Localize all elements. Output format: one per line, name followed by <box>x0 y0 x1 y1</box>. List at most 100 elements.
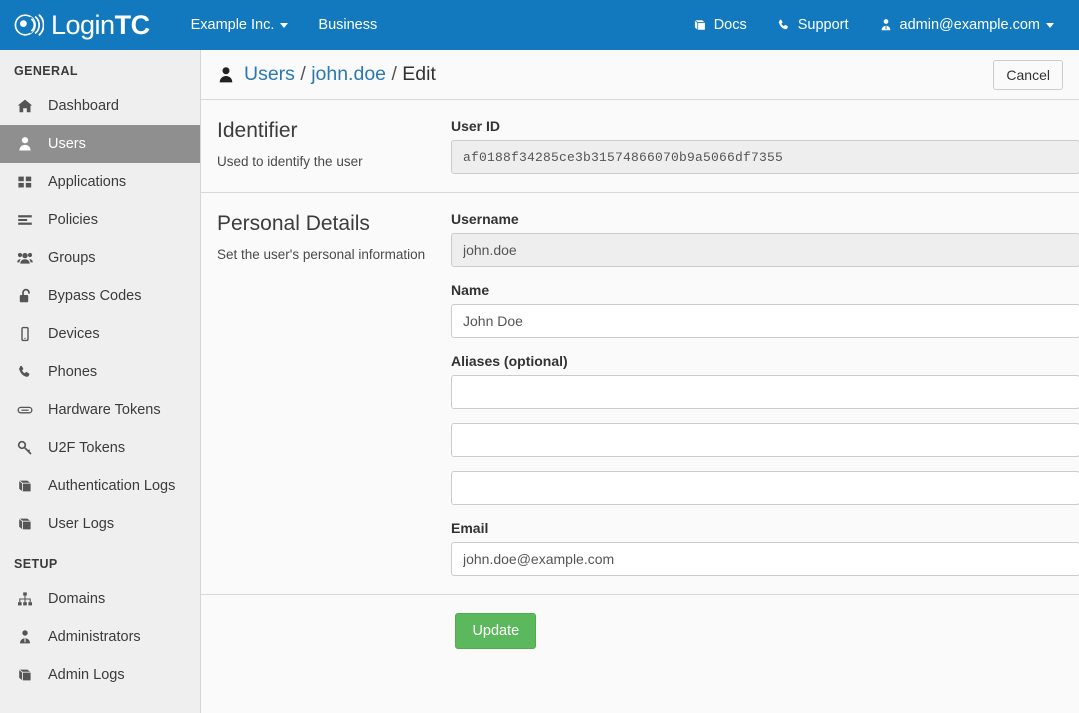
docs-link[interactable]: Docs <box>678 0 762 50</box>
username-field-group: Username <box>451 211 1079 267</box>
alias-3-input[interactable] <box>451 471 1079 505</box>
sitemap-icon <box>17 591 39 607</box>
sidebar-heading-setup: SETUP <box>14 557 58 571</box>
top-navbar: LoginTC Example Inc. Business Docs Suppo… <box>0 0 1079 50</box>
breadcrumb-current: Edit <box>402 63 436 85</box>
logintc-signal-logo-icon <box>14 10 45 40</box>
sidebar-item-administrators[interactable]: Administrators <box>0 618 200 656</box>
page-header: Users / john.doe / Edit Cancel <box>201 50 1079 100</box>
cancel-button[interactable]: Cancel <box>993 59 1063 90</box>
name-field-group: Name <box>451 282 1079 338</box>
plan-label[interactable]: Business <box>303 0 392 50</box>
email-label: Email <box>451 520 489 536</box>
sidebar-item-label: Phones <box>48 364 98 380</box>
docs-label: Docs <box>713 17 747 33</box>
sidebar-item-phones[interactable]: Phones <box>0 353 200 391</box>
sidebar-heading-general: GENERAL <box>14 64 78 78</box>
brand-name: LoginTC <box>51 9 151 40</box>
book-icon <box>17 516 39 532</box>
sidebar-item-label: Users <box>48 136 86 152</box>
form-footer: Update <box>201 595 1079 667</box>
breadcrumb: Users / john.doe / Edit <box>244 63 436 86</box>
book-icon <box>17 478 39 494</box>
phone-icon <box>777 18 791 32</box>
grid-icon <box>17 174 39 190</box>
sidebar-item-label: Applications <box>48 174 127 190</box>
aliases-field-group: Aliases (optional) <box>451 353 1079 505</box>
sidebar-item-label: User Logs <box>48 516 115 532</box>
home-icon <box>17 98 39 114</box>
org-switcher-label: Example Inc. <box>190 17 275 33</box>
email-field-group: Email <box>451 520 1079 576</box>
sidebar-item-label: Admin Logs <box>48 667 125 683</box>
chevron-down-icon <box>280 22 289 28</box>
user-id-label: User ID <box>451 118 501 134</box>
sidebar-item-groups[interactable]: Groups <box>0 239 200 277</box>
sidebar-item-dashboard[interactable]: Dashboard <box>0 87 200 125</box>
personal-details-section: Personal Details Set the user's personal… <box>201 193 1079 595</box>
list-icon <box>17 212 39 228</box>
alias-2-input[interactable] <box>451 423 1079 457</box>
personal-details-section-fields: Username Name Aliases (optional) Email <box>451 211 1079 576</box>
personal-details-section-description: Set the user's personal information <box>217 247 426 263</box>
sidebar-item-domains[interactable]: Domains <box>0 580 200 618</box>
chevron-down-icon <box>1046 22 1054 28</box>
sidebar-item-applications[interactable]: Applications <box>0 163 200 201</box>
user-id-field-group: User ID <box>451 118 1079 174</box>
update-button[interactable]: Update <box>455 613 537 649</box>
key-icon <box>17 440 39 456</box>
sidebar-item-user-logs[interactable]: User Logs <box>0 505 200 543</box>
sidebar-item-policies[interactable]: Policies <box>0 201 200 239</box>
user-id-input[interactable] <box>451 140 1079 174</box>
breadcrumb-separator: / <box>300 63 306 85</box>
identifier-section-description: Used to identify the user <box>217 154 363 170</box>
user-tie-icon <box>17 629 39 645</box>
support-link[interactable]: Support <box>762 0 864 50</box>
support-label: Support <box>797 17 849 33</box>
sidebar-item-devices[interactable]: Devices <box>0 315 200 353</box>
username-label: Username <box>451 211 519 227</box>
sidebar-item-label: U2F Tokens <box>48 440 126 456</box>
sidebar-item-u2f-tokens[interactable]: U2F Tokens <box>0 429 200 467</box>
sidebar-item-hardware-tokens[interactable]: Hardware Tokens <box>0 391 200 429</box>
sidebar-item-label: Devices <box>48 326 100 342</box>
brand-prefix: Login <box>51 9 115 40</box>
account-dropdown[interactable]: admin@example.com <box>864 0 1069 50</box>
sidebar-item-authentication-logs[interactable]: Authentication Logs <box>0 467 200 505</box>
identifier-section-fields: User ID <box>451 118 1079 174</box>
user-icon <box>17 136 39 152</box>
breadcrumb-user-link[interactable]: john.doe <box>311 63 386 85</box>
user-tie-icon <box>879 18 893 32</box>
sidebar-item-admin-logs[interactable]: Admin Logs <box>0 656 200 694</box>
mobile-icon <box>17 326 39 342</box>
name-label: Name <box>451 282 490 298</box>
email-input[interactable] <box>451 542 1079 576</box>
sidebar-item-label: Hardware Tokens <box>48 402 161 418</box>
main-content: Users / john.doe / Edit Cancel Identifie… <box>201 50 1079 713</box>
identifier-section-info: Identifier Used to identify the user <box>217 118 451 174</box>
sidebar-item-label: Bypass Codes <box>48 288 142 304</box>
username-input[interactable] <box>451 233 1079 267</box>
org-switcher-dropdown[interactable]: Example Inc. <box>176 0 304 50</box>
breadcrumb-separator: / <box>391 63 397 85</box>
users-icon <box>17 250 39 266</box>
user-icon <box>217 66 235 84</box>
phone-icon <box>17 364 39 380</box>
brand-suffix: TC <box>114 9 151 40</box>
brand-logo-link[interactable]: LoginTC <box>14 0 150 50</box>
sidebar-item-label: Policies <box>48 212 98 228</box>
sidebar-item-bypass-codes[interactable]: Bypass Codes <box>0 277 200 315</box>
book-icon <box>17 667 39 683</box>
account-label: admin@example.com <box>899 17 1040 33</box>
breadcrumb-users-link[interactable]: Users <box>244 63 295 85</box>
sidebar-item-users[interactable]: Users <box>0 125 200 163</box>
sidebar-item-label: Groups <box>48 250 96 266</box>
identifier-section-title: Identifier <box>217 119 298 142</box>
aliases-label: Aliases (optional) <box>451 353 568 369</box>
hardware-token-icon <box>17 402 39 418</box>
name-input[interactable] <box>451 304 1079 338</box>
sidebar-item-label: Administrators <box>48 629 141 645</box>
plan-text: Business <box>318 17 378 33</box>
book-icon <box>693 18 707 32</box>
alias-1-input[interactable] <box>451 375 1079 409</box>
